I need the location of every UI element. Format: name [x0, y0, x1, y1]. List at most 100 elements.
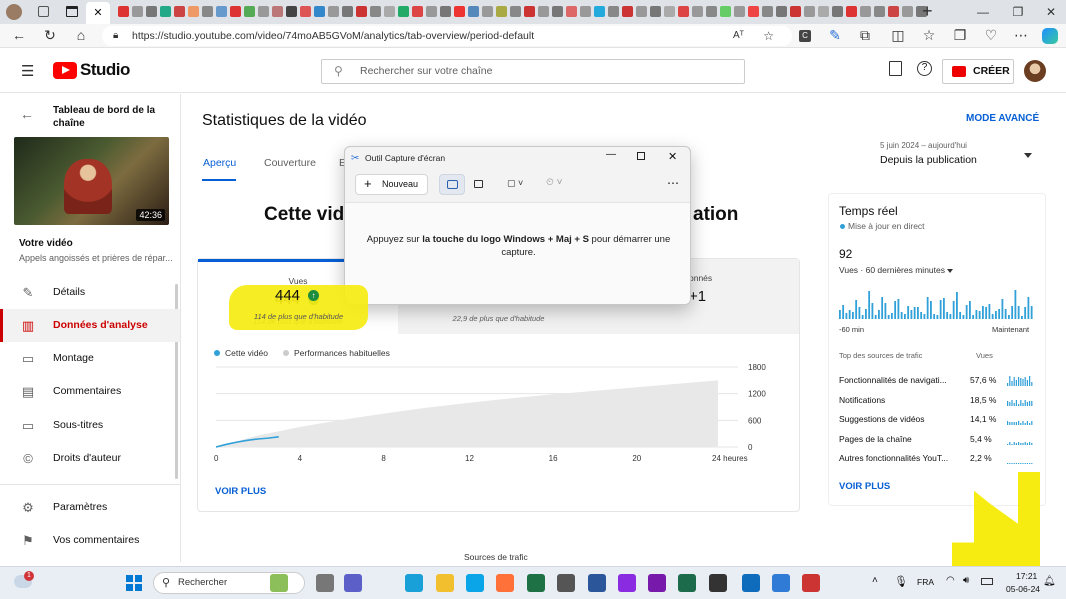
photos-icon[interactable] — [772, 574, 790, 592]
tab-favicon-icon[interactable] — [201, 6, 213, 17]
tab-favicon-icon[interactable] — [635, 6, 647, 17]
tab-favicon-icon[interactable] — [537, 6, 549, 17]
excel-icon[interactable] — [527, 574, 545, 592]
tab-favicon-icon[interactable] — [271, 6, 283, 17]
tab-favicon-icon[interactable] — [355, 6, 367, 17]
feedback-icon[interactable] — [889, 61, 902, 76]
studio-logo-text[interactable]: Studio — [80, 60, 130, 80]
sidebar-item-comments[interactable]: ▤ Commentaires — [0, 375, 180, 408]
widgets-image-icon[interactable] — [270, 574, 288, 592]
tab-favicon-icon[interactable] — [649, 6, 661, 17]
tab-favicon-icon[interactable] — [131, 6, 143, 17]
refresh-icon[interactable]: ↻ — [41, 27, 59, 44]
file-explorer-window-icon[interactable] — [316, 574, 334, 592]
tab-favicon-icon[interactable] — [285, 6, 297, 17]
tab-favicon-icon[interactable] — [677, 6, 689, 17]
sidebar-item-analytics[interactable]: ▥ Données d'analyse — [0, 309, 180, 342]
edge-icon[interactable] — [405, 574, 423, 592]
url-field[interactable]: 🔒︎ https://studio.youtube.com/video/74mo… — [102, 26, 792, 46]
profile-avatar-icon[interactable] — [6, 4, 22, 20]
video-player-icon[interactable] — [709, 574, 727, 592]
notification-bell-icon[interactable]: 🔔︎ — [1043, 576, 1056, 587]
tab-favicon-icon[interactable] — [257, 6, 269, 17]
back-arrow-icon[interactable]: ← — [20, 106, 34, 122]
microphone-icon[interactable]: 🎙︎ — [894, 575, 908, 588]
tab-actions-icon[interactable] — [66, 6, 78, 17]
capture-mode-dropdown[interactable]: ▢ ˅ — [507, 178, 523, 189]
tab-favicon-icon[interactable] — [453, 6, 465, 17]
tab-favicons[interactable] — [116, 6, 946, 17]
tab-favicon-icon[interactable] — [663, 6, 675, 17]
tab-favicon-icon[interactable] — [383, 6, 395, 17]
tab-favicon-icon[interactable] — [803, 6, 815, 17]
back-arrow-icon[interactable]: ← — [10, 27, 28, 43]
hamburger-menu-icon[interactable]: ☰ — [21, 62, 34, 80]
snip-close-button[interactable]: ✕ — [668, 150, 677, 163]
advanced-mode-button[interactable]: MODE AVANCÉ — [966, 113, 1039, 124]
tab-favicon-icon[interactable] — [789, 6, 801, 17]
tab-favicon-icon[interactable] — [761, 6, 773, 17]
read-aloud-icon[interactable]: Aᵀ — [733, 26, 744, 46]
tab-favicon-icon[interactable] — [439, 6, 451, 17]
tab-favicon-icon[interactable] — [229, 6, 241, 17]
tab-favicon-icon[interactable] — [481, 6, 493, 17]
tab-favicon-icon[interactable] — [691, 6, 703, 17]
traffic-source-row[interactable]: Suggestions de vidéos 14,1 % — [839, 414, 1035, 428]
tab-favicon-icon[interactable] — [733, 6, 745, 17]
sidebar-item-settings[interactable]: ⚙ Paramètres — [0, 491, 180, 524]
tab-favicon-icon[interactable] — [523, 6, 535, 17]
extension-c-icon[interactable]: C — [799, 30, 811, 42]
tab-favicon-icon[interactable] — [705, 6, 717, 17]
traffic-source-row[interactable]: Pages de la chaîne 5,4 % — [839, 434, 1035, 448]
tab-favicon-icon[interactable] — [817, 6, 829, 17]
extensions-puzzle-icon[interactable]: ⧉ — [856, 27, 874, 44]
tab-favicon-icon[interactable] — [313, 6, 325, 17]
more-menu-icon[interactable]: ⋯ — [1012, 27, 1030, 44]
tab-favicon-icon[interactable] — [859, 6, 871, 17]
firefox-icon[interactable] — [496, 574, 514, 592]
tab-favicon-icon[interactable] — [341, 6, 353, 17]
active-tab[interactable]: ✕ — [86, 2, 110, 24]
file-explorer-icon[interactable] — [436, 574, 454, 592]
video-mode-button[interactable] — [468, 174, 492, 195]
sidebar-item-copyright[interactable]: © Droits d'auteur — [0, 442, 180, 475]
channel-dashboard-link[interactable]: Tableau de bord de la chaîne — [53, 104, 163, 130]
home-icon[interactable]: ⌂ — [72, 27, 90, 43]
search-input[interactable]: ⚲ Rechercher sur votre chaîne — [321, 59, 745, 84]
tab-favicon-icon[interactable] — [411, 6, 423, 17]
snip-minimize-button[interactable]: — — [603, 149, 619, 160]
maximize-button[interactable]: ❐ — [1003, 2, 1033, 22]
snipping-tool-icon[interactable] — [802, 574, 820, 592]
calculator-icon[interactable] — [557, 574, 575, 592]
traffic-source-row[interactable]: Fonctionnalités de navigati... 57,6 % — [839, 375, 1035, 389]
outlook-icon[interactable] — [742, 574, 760, 592]
traffic-source-row[interactable]: Autres fonctionnalités YouT... 2,2 % — [839, 453, 1035, 467]
favorite-star-icon[interactable]: ☆ — [763, 26, 774, 46]
help-icon[interactable]: ? — [917, 61, 932, 76]
snip-maximize-button[interactable] — [637, 152, 645, 160]
tab-favicon-icon[interactable] — [467, 6, 479, 17]
tab-favicon-icon[interactable] — [621, 6, 633, 17]
tab-favicon-icon[interactable] — [145, 6, 157, 17]
tab-favicon-icon[interactable] — [593, 6, 605, 17]
sidebar-item-details[interactable]: ✎ Détails — [0, 276, 180, 309]
clock-date[interactable]: 05-06-24 — [1006, 584, 1040, 594]
volume-icon[interactable]: 🔊︎ — [963, 575, 969, 586]
tab-favicon-icon[interactable] — [173, 6, 185, 17]
split-screen-icon[interactable]: ◫ — [889, 27, 907, 44]
tab-favicon-icon[interactable] — [551, 6, 563, 17]
teams-icon[interactable] — [344, 574, 362, 592]
tab-favicon-icon[interactable] — [775, 6, 787, 17]
language-indicator[interactable]: FRA — [917, 577, 934, 587]
media-icon[interactable] — [678, 574, 696, 592]
sidebar-item-feedback[interactable]: ⚑ Vos commentaires — [0, 524, 180, 557]
more-options-icon[interactable]: ⋯ — [667, 176, 679, 190]
tab-favicon-icon[interactable] — [565, 6, 577, 17]
tab-favicon-icon[interactable] — [159, 6, 171, 17]
sidebar-item-editor[interactable]: ▭ Montage — [0, 342, 180, 375]
sidebar-item-subtitles[interactable]: ▭ Sous-titres — [0, 409, 180, 442]
new-tab-button[interactable]: + — [922, 1, 933, 22]
tab-favicon-icon[interactable] — [327, 6, 339, 17]
traffic-source-row[interactable]: Notifications 18,5 % — [839, 395, 1035, 409]
battery-icon[interactable] — [981, 578, 993, 585]
